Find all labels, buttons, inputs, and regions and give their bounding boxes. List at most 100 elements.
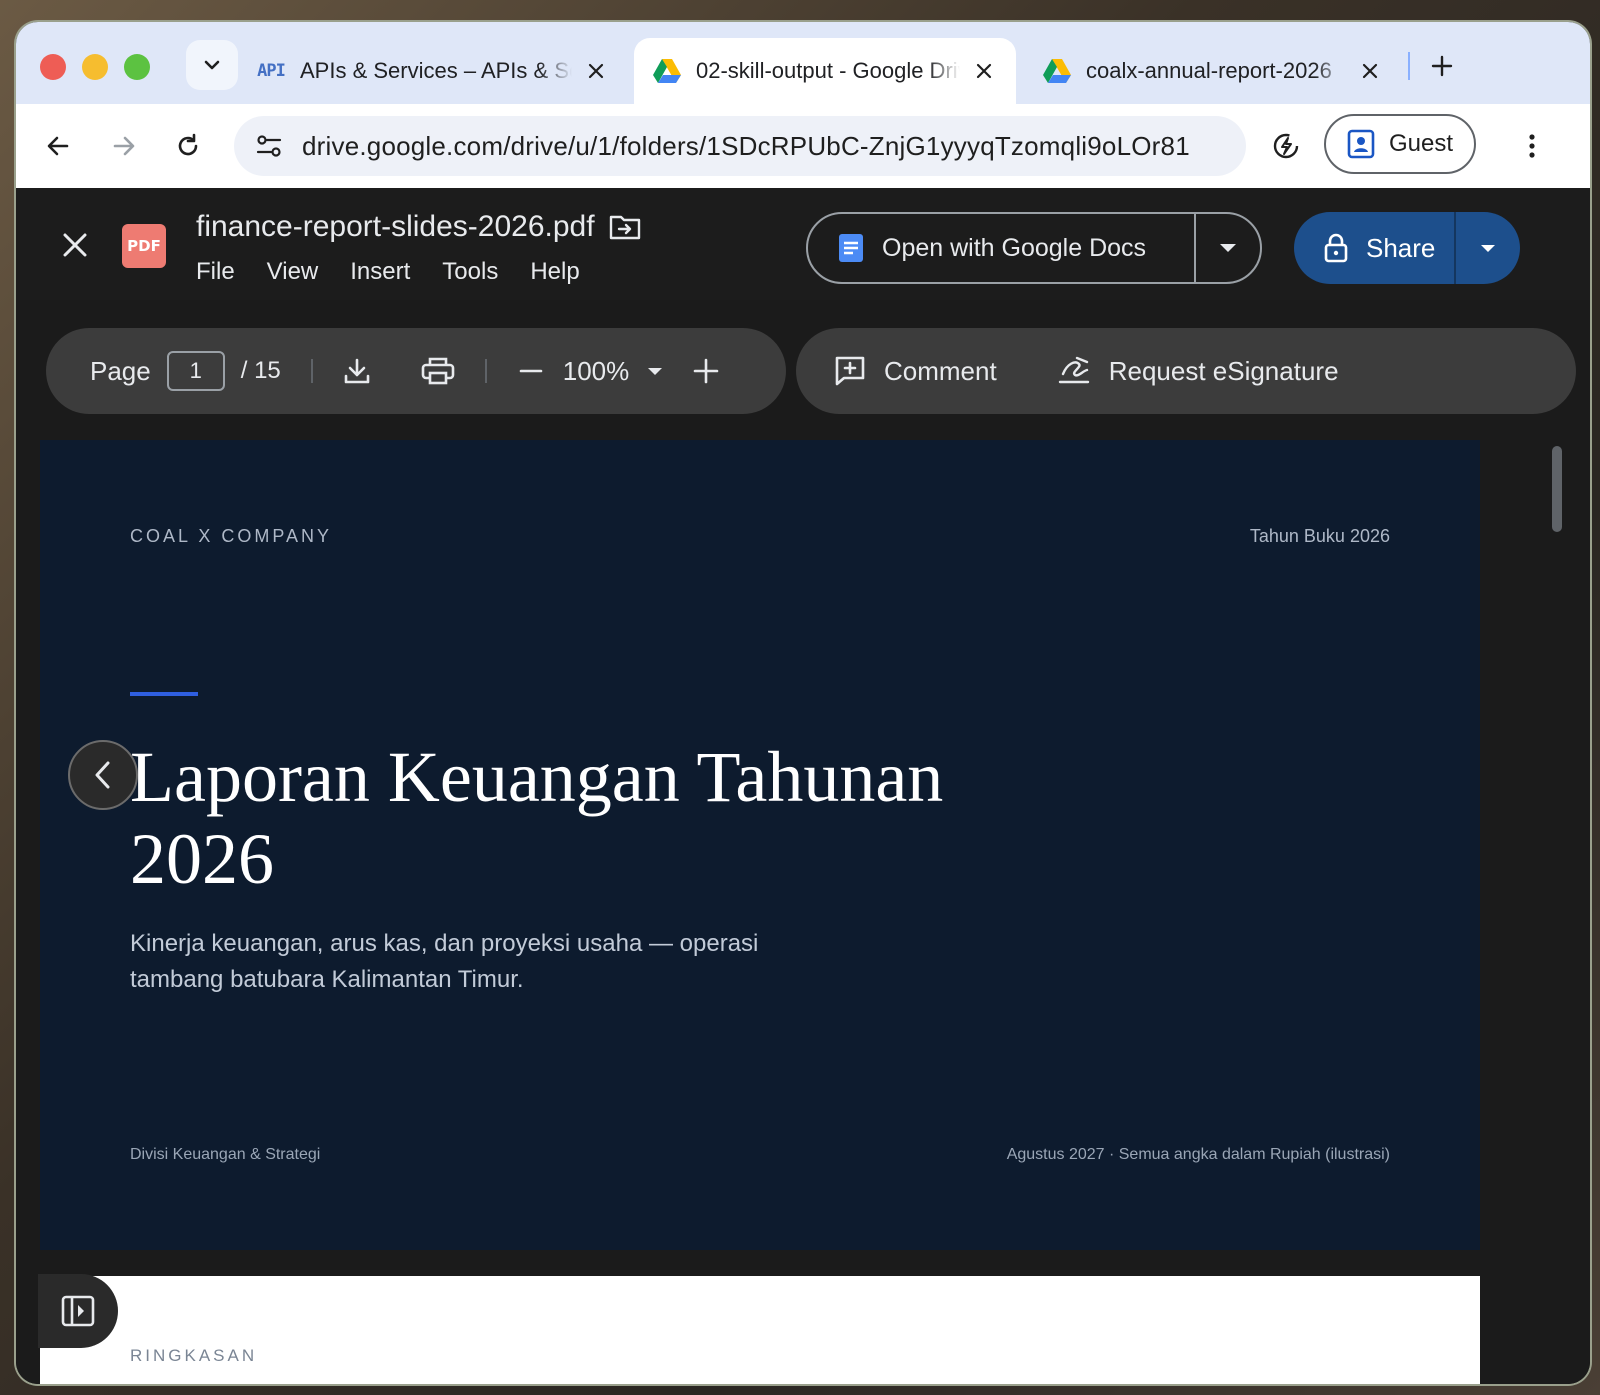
caret-down-icon	[1481, 244, 1495, 252]
request-esignature-button[interactable]: Request eSignature	[1057, 356, 1339, 387]
side-panel-icon	[61, 1295, 95, 1327]
zoom-dropdown-button[interactable]	[647, 367, 663, 376]
open-with-google-docs-button[interactable]: Open with Google Docs	[808, 214, 1194, 282]
printer-icon	[421, 357, 455, 385]
minus-icon	[519, 369, 543, 373]
profile-label: Guest	[1388, 130, 1454, 157]
tab-title: coalx-annual-report-2026	[1086, 58, 1332, 83]
print-button[interactable]	[421, 356, 455, 386]
footer-division: Divisi Keuangan & Strategi	[130, 1146, 321, 1163]
annotation-controls: Comment Request eSignature	[796, 328, 1576, 414]
performance-button[interactable]	[1264, 124, 1308, 168]
close-icon	[1362, 63, 1378, 79]
section-label: RINGKASAN	[130, 1346, 258, 1365]
plus-icon	[693, 358, 719, 384]
close-icon	[63, 233, 87, 257]
open-with-dropdown-button[interactable]	[1196, 243, 1260, 253]
page-number-input[interactable]: 1	[166, 351, 225, 391]
tab-search-button[interactable]	[186, 40, 238, 90]
add-comment-icon	[835, 356, 865, 386]
viewer-header: PDF finance-report-slides-2026.pdf File …	[16, 188, 1590, 300]
chevron-left-icon	[95, 761, 110, 789]
company-name: COAL X COMPANY	[130, 526, 333, 546]
pdf-page-2: RINGKASAN	[40, 1276, 1480, 1384]
footer-date-note: Agustus 2027 · Semua angka dalam Rupiah …	[1006, 1146, 1390, 1163]
zoom-level[interactable]: 100%	[563, 356, 630, 387]
reload-button[interactable]	[166, 124, 210, 168]
slide-title-line-1: Laporan Keuangan Tahunan	[130, 737, 944, 817]
slide-subtitle-line-2: tambang batubara Kalimantan Timur.	[130, 966, 524, 993]
tab-title: 02-skill-output - Google Drive	[696, 58, 960, 83]
comment-button[interactable]: Comment	[834, 355, 997, 387]
maximize-window-button[interactable]	[124, 54, 150, 80]
tab-apis-services[interactable]: API APIs & Services – APIs & Services	[238, 38, 628, 104]
reload-icon	[178, 133, 198, 156]
viewer-menubar: File View Insert Tools Help	[196, 258, 580, 286]
tab-divider	[1408, 52, 1410, 80]
close-window-button[interactable]	[40, 54, 66, 80]
zoom-in-button[interactable]	[693, 358, 719, 384]
menu-file[interactable]: File	[196, 258, 235, 286]
share-button-group: Share	[1294, 212, 1520, 284]
comment-label: Comment	[884, 355, 997, 386]
new-tab-button[interactable]	[1422, 46, 1462, 86]
file-name: finance-report-slides-2026.pdf	[196, 210, 595, 243]
signature-icon	[1058, 356, 1089, 384]
google-drive-icon	[1042, 56, 1072, 86]
download-button[interactable]	[343, 357, 371, 385]
chevron-down-icon	[204, 60, 220, 70]
tab-strip: API APIs & Services – APIs & Services 02…	[16, 22, 1590, 104]
pdf-page-1: COAL X COMPANY Tahun Buku 2026 Laporan K…	[40, 440, 1480, 1250]
forward-button[interactable]	[102, 124, 146, 168]
open-with-button-group: Open with Google Docs	[806, 212, 1262, 284]
move-to-folder-icon[interactable]	[609, 213, 641, 241]
zoom-out-button[interactable]	[519, 359, 543, 383]
browser-window: API APIs & Services – APIs & Services 02…	[16, 22, 1590, 1384]
close-icon	[588, 63, 604, 79]
share-button[interactable]: Share	[1294, 212, 1454, 284]
tab-coalx-annual-report[interactable]: coalx-annual-report-2026	[1024, 38, 1402, 104]
download-icon	[344, 358, 370, 384]
browser-menu-button[interactable]	[1510, 124, 1554, 168]
vertical-scrollbar[interactable]	[1552, 446, 1562, 532]
menu-help[interactable]: Help	[530, 258, 579, 286]
open-with-label: Open with Google Docs	[882, 233, 1147, 262]
page-controls: Page 1 / 15 100%	[46, 328, 786, 414]
toggle-side-panel-button[interactable]	[38, 1274, 118, 1348]
profile-button[interactable]: Guest	[1324, 114, 1476, 174]
back-button[interactable]	[36, 124, 80, 168]
site-info-icon[interactable]	[246, 123, 292, 169]
share-dropdown-button[interactable]	[1456, 244, 1520, 253]
page-label: Page	[90, 355, 151, 386]
close-viewer-button[interactable]	[56, 226, 94, 264]
close-tab-button[interactable]	[970, 57, 998, 85]
esignature-label: Request eSignature	[1108, 355, 1339, 386]
plus-icon	[1431, 55, 1453, 77]
fiscal-year: Tahun Buku 2026	[1249, 526, 1390, 546]
toolbar-divider	[484, 359, 487, 383]
slide-subtitle: Kinerja keuangan, arus kas, dan proyeksi…	[130, 926, 790, 998]
more-vert-icon	[1529, 134, 1535, 158]
person-badge-icon	[1347, 129, 1375, 159]
menu-view[interactable]: View	[267, 258, 319, 286]
arrow-right-icon	[113, 136, 135, 156]
file-title: finance-report-slides-2026.pdf	[196, 210, 641, 244]
pdf-file-icon: PDF	[122, 224, 166, 268]
close-tab-button[interactable]	[1356, 57, 1384, 85]
close-tab-button[interactable]	[582, 57, 610, 85]
page-total: / 15	[240, 357, 281, 384]
slide-title-line-2: 2026	[130, 819, 274, 899]
address-bar[interactable]: drive.google.com/drive/u/1/folders/1SDcR…	[234, 116, 1246, 176]
close-icon	[976, 63, 992, 79]
previous-file-button[interactable]	[68, 740, 138, 810]
menu-tools[interactable]: Tools	[442, 258, 498, 286]
lightning-icon	[1273, 133, 1299, 159]
share-label: Share	[1366, 232, 1436, 263]
browser-toolbar: drive.google.com/drive/u/1/folders/1SDcR…	[16, 104, 1590, 188]
caret-down-icon	[1220, 244, 1236, 252]
menu-insert[interactable]: Insert	[350, 258, 410, 286]
google-drive-icon	[652, 56, 682, 86]
tab-02-skill-output[interactable]: 02-skill-output - Google Drive	[634, 38, 1016, 104]
minimize-window-button[interactable]	[82, 54, 108, 80]
slide-title: Laporan Keuangan Tahunan 2026	[130, 736, 1030, 900]
